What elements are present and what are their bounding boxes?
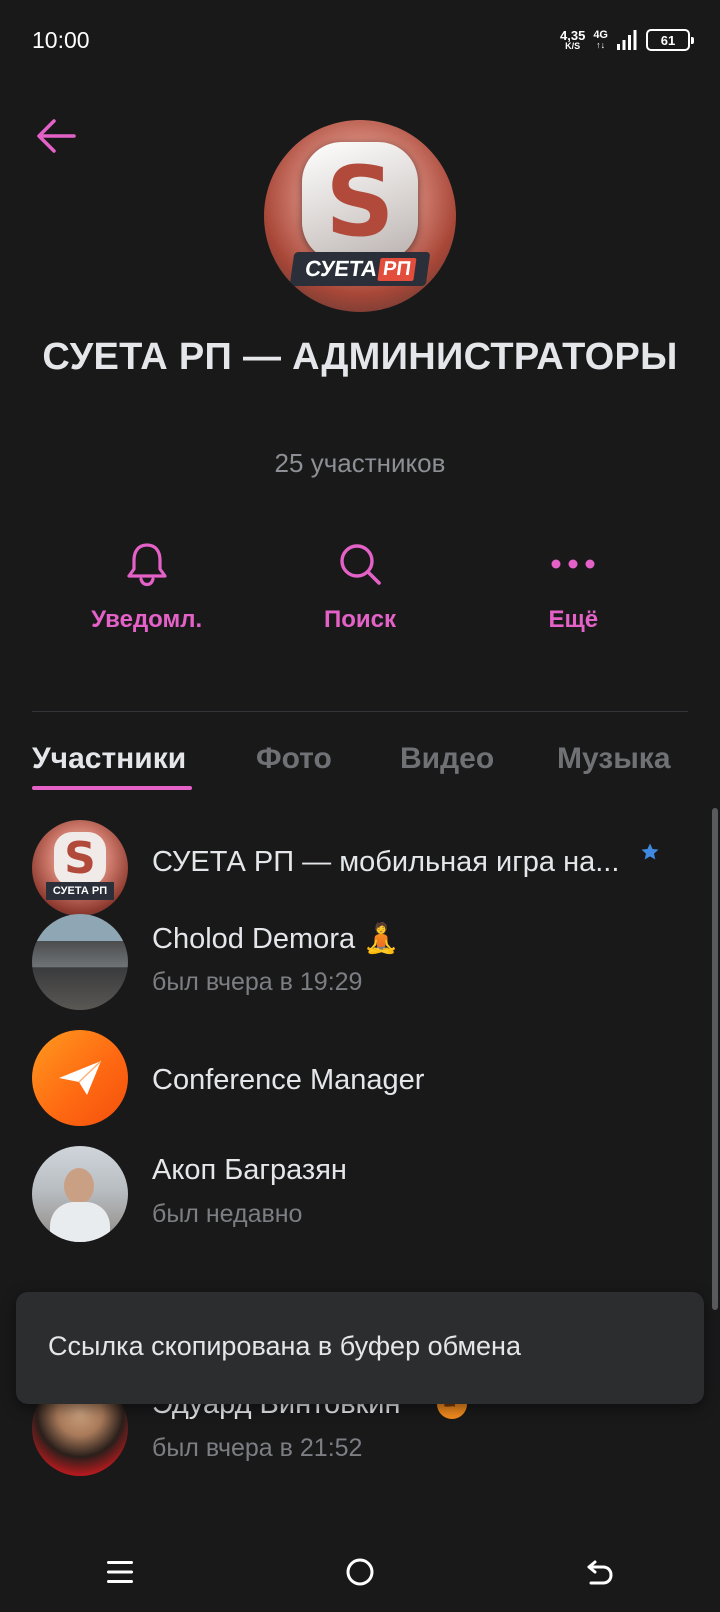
tab-video[interactable]: Видео [400,742,494,776]
member-status: был вчера в 21:52 [152,1434,363,1462]
more-button[interactable]: Ещё [467,540,680,650]
members-count[interactable]: 25 участников [0,448,720,479]
network-type: 4G ↑↓ [593,30,608,50]
notifications-button[interactable]: Уведомл. [40,540,253,650]
member-row[interactable]: Cholod Demora 🧘 был вчера в 19:29 [0,914,720,1014]
divider [32,711,688,712]
status-indicators: 4,35 K/S 4G ↑↓ 61 [560,26,694,54]
tab-bar: Участники Фото Видео Музыка [0,742,720,792]
signal-icon [617,30,637,50]
paper-plane-icon [59,1060,102,1095]
avatar [32,914,128,1010]
status-time: 10:00 [32,27,90,53]
tab-music[interactable]: Музыка [557,742,671,776]
battery-icon: 61 [646,29,694,51]
avatar: S СУЕТА РП [32,820,128,916]
status-bar: 10:00 4,35 K/S 4G ↑↓ 61 [0,0,720,84]
logo-text-2: РП [377,257,417,281]
member-row[interactable]: S СУЕТА РП СУЕТА РП — мобильная игра на.… [0,810,720,916]
network-speed: 4,35 K/S [560,29,585,51]
logo-s-shape: S [302,142,418,262]
menu-icon [107,1561,133,1583]
search-button[interactable]: Поиск [253,540,466,650]
member-name: СУЕТА РП — мобильная игра на... [152,846,620,878]
more-label: Ещё [548,606,599,633]
network-speed-unit: K/S [565,41,581,51]
star-icon [641,843,659,860]
back-nav-button[interactable] [480,1532,720,1612]
group-title: СУЕТА РП — АДМИНИСТРАТОРЫ [42,336,678,378]
tab-members[interactable]: Участники [32,742,186,776]
member-name: Conference Manager [152,1064,425,1096]
member-name: Акоп Багразян [152,1154,347,1186]
logo-plate: СУЕТА РП [289,252,431,286]
home-circle-icon [346,1558,374,1586]
tab-active-indicator [32,786,192,790]
action-row: Уведомл. Поиск Ещё [40,540,680,650]
search-icon [336,540,384,588]
network-arrows: ↑↓ [596,40,606,50]
system-nav-bar [0,1532,720,1612]
group-avatar[interactable]: S СУЕТА РП [264,120,456,312]
member-status: был вчера в 19:29 [152,968,363,996]
recent-apps-button[interactable] [0,1532,240,1612]
member-name: Cholod Demora 🧘 [152,923,400,955]
member-status: был недавно [152,1200,303,1228]
member-row[interactable]: Conference Manager [0,1030,720,1130]
arrow-left-icon [37,119,76,153]
search-label: Поиск [323,606,396,633]
more-dots-icon [549,540,597,588]
back-return-icon [587,1560,613,1585]
logo-text-1: СУЕТА [303,256,379,281]
home-button[interactable] [240,1532,480,1612]
avatar [32,1146,128,1242]
avatar [32,1030,128,1126]
toast-text: Ссылка скопирована в буфер обмена [48,1331,521,1361]
battery-level: 61 [660,32,676,48]
tab-photo[interactable]: Фото [256,742,332,776]
scrollbar[interactable] [712,808,718,1310]
back-button[interactable] [32,112,80,160]
notifications-label: Уведомл. [91,606,203,633]
member-row[interactable]: Акоп Багразян был недавно [0,1146,720,1246]
toast-snackbar: Ссылка скопирована в буфер обмена [16,1292,704,1404]
bell-icon [123,540,171,588]
